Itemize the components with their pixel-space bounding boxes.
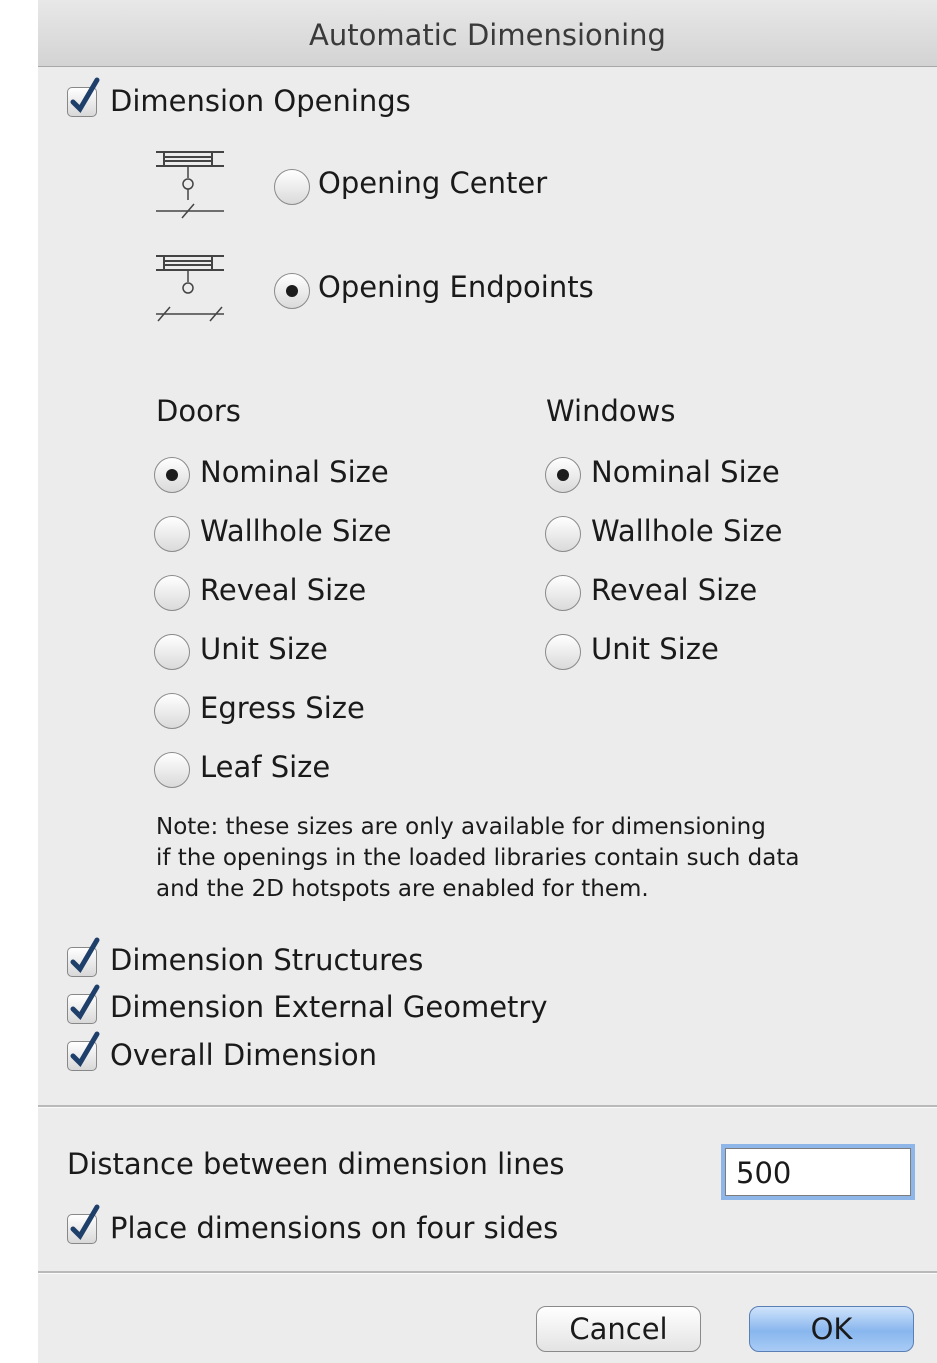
note-line: Note: these sizes are only available for…: [156, 814, 766, 840]
overall-dimension-label: Overall Dimension: [110, 1038, 378, 1072]
doors-wallhole-size-label: Wallhole Size: [200, 514, 392, 548]
doors-nominal-size-radio[interactable]: [154, 457, 190, 493]
availability-note: Note: these sizes are only available for…: [156, 812, 799, 905]
windows-unit-size-radio[interactable]: [545, 634, 581, 670]
checkmark-icon: [70, 1204, 100, 1241]
doors-egress-size-radio[interactable]: [154, 693, 190, 729]
dimension-openings-label: Dimension Openings: [110, 84, 411, 118]
automatic-dimensioning-dialog: Automatic Dimensioning Dimension Opening…: [38, 0, 937, 1363]
doors-egress-size-label: Egress Size: [200, 691, 365, 725]
opening-endpoints-label: Opening Endpoints: [318, 270, 594, 304]
place-four-sides-checkbox[interactable]: [67, 1204, 100, 1244]
doors-reveal-size-label: Reveal Size: [200, 573, 367, 607]
cancel-button[interactable]: Cancel: [536, 1306, 701, 1352]
windows-reveal-size-label: Reveal Size: [591, 573, 758, 607]
windows-heading: Windows: [546, 394, 676, 428]
dimension-openings-checkbox[interactable]: [67, 77, 100, 117]
windows-wallhole-size-radio[interactable]: [545, 516, 581, 552]
opening-center-label: Opening Center: [318, 166, 548, 200]
doors-unit-size-radio[interactable]: [154, 634, 190, 670]
overall-dimension-checkbox[interactable]: [67, 1031, 100, 1071]
note-line: if the openings in the loaded libraries …: [156, 845, 800, 871]
doors-heading: Doors: [156, 394, 241, 428]
checkmark-icon: [70, 1031, 100, 1068]
dimension-external-geometry-checkbox[interactable]: [67, 984, 100, 1024]
distance-label: Distance between dimension lines: [67, 1147, 565, 1181]
separator: [38, 1271, 937, 1274]
doors-nominal-size-label: Nominal Size: [200, 455, 389, 489]
checkmark-icon: [70, 984, 100, 1021]
opening-endpoints-dimension-icon: [156, 255, 224, 322]
checkbox-box[interactable]: [67, 77, 100, 117]
dimension-structures-label: Dimension Structures: [110, 943, 424, 977]
doors-unit-size-label: Unit Size: [200, 632, 328, 666]
opening-center-radio[interactable]: [274, 169, 310, 205]
windows-reveal-size-radio[interactable]: [545, 575, 581, 611]
windows-wallhole-size-label: Wallhole Size: [591, 514, 783, 548]
doors-leaf-size-label: Leaf Size: [200, 750, 331, 784]
windows-nominal-size-radio[interactable]: [545, 457, 581, 493]
doors-reveal-size-radio[interactable]: [154, 575, 190, 611]
dimension-structures-checkbox[interactable]: [67, 937, 100, 977]
doors-wallhole-size-radio[interactable]: [154, 516, 190, 552]
doors-leaf-size-radio[interactable]: [154, 752, 190, 788]
windows-nominal-size-label: Nominal Size: [591, 455, 780, 489]
ok-button[interactable]: OK: [749, 1306, 914, 1352]
note-line: and the 2D hotspots are enabled for them…: [156, 876, 649, 902]
opening-center-dimension-icon: [156, 151, 224, 219]
distance-input[interactable]: 500: [725, 1148, 911, 1196]
opening-endpoints-radio[interactable]: [274, 273, 310, 309]
dialog-title: Automatic Dimensioning: [38, 0, 937, 67]
checkmark-icon: [70, 937, 100, 974]
separator: [38, 1105, 937, 1108]
place-four-sides-label: Place dimensions on four sides: [110, 1211, 559, 1245]
checkmark-icon: [70, 77, 100, 114]
dimension-external-geometry-label: Dimension External Geometry: [110, 990, 548, 1024]
windows-unit-size-label: Unit Size: [591, 632, 719, 666]
